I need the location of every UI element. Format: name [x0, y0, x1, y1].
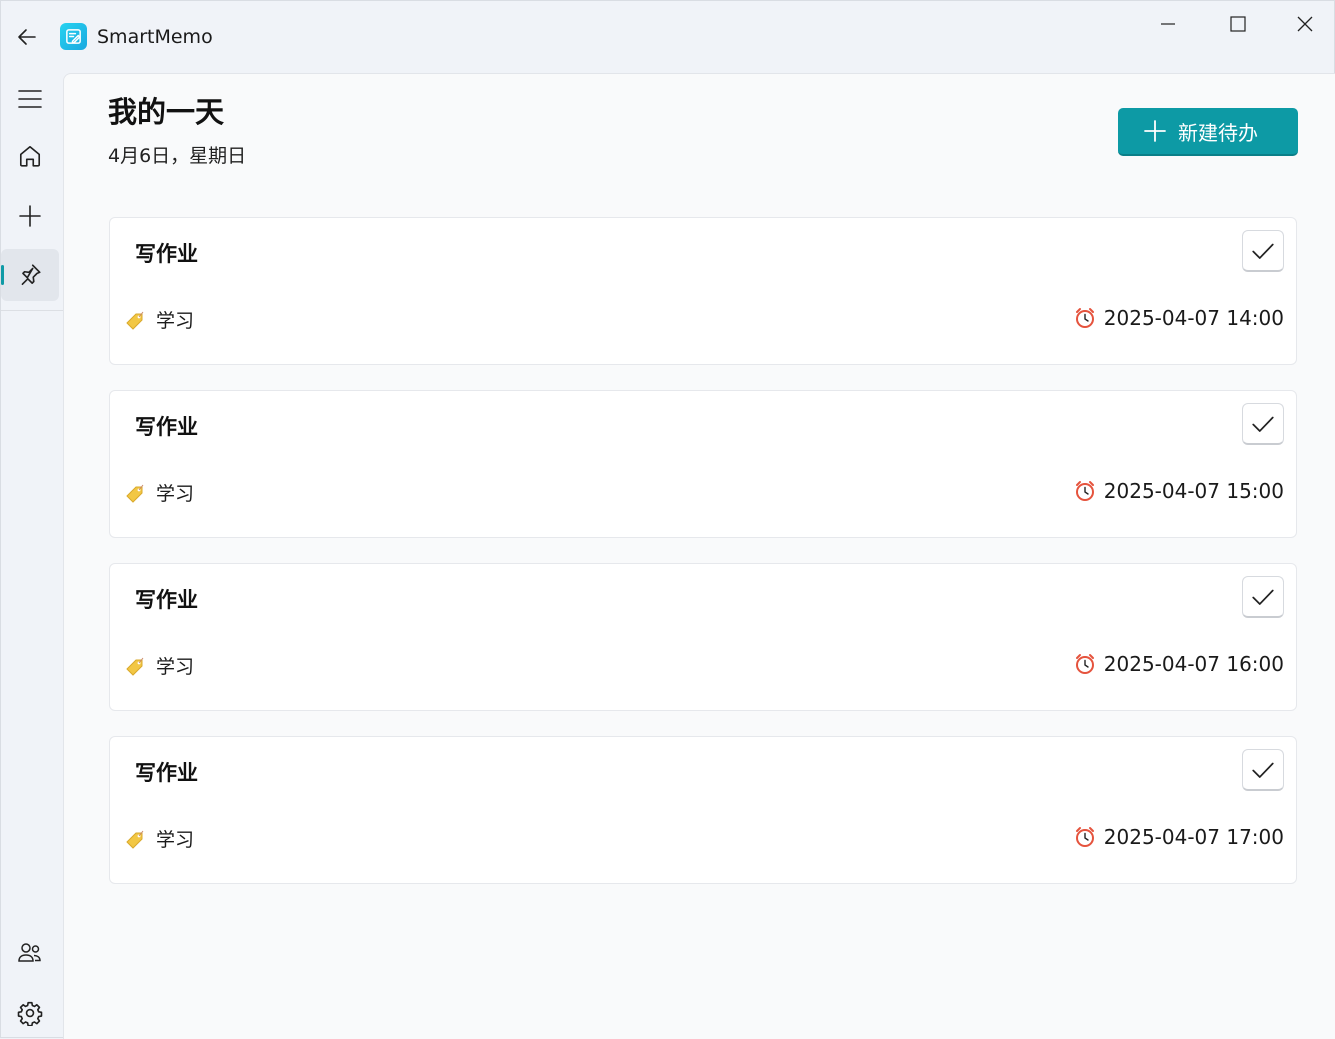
arrow-left-icon — [18, 29, 36, 45]
todo-tag-label: 学习 — [156, 656, 195, 678]
close-icon — [1297, 16, 1313, 32]
close-button[interactable] — [1271, 1, 1335, 47]
checkmark-icon — [1252, 243, 1274, 259]
tag-icon — [124, 654, 148, 678]
new-todo-button[interactable]: 新建待办 — [1118, 108, 1298, 156]
complete-button[interactable] — [1242, 749, 1284, 791]
todo-tag: 学习 — [124, 652, 194, 679]
plus-icon — [1144, 120, 1166, 142]
home-icon — [19, 145, 41, 167]
page-date: 4月6日，星期日 — [108, 145, 247, 167]
todo-time-label: 2025-04-07 17:00 — [1103, 825, 1284, 849]
minimize-icon — [1161, 23, 1175, 25]
back-button[interactable] — [9, 19, 45, 55]
main-content: 我的一天 4月6日，星期日 新建待办 写作业 学习 2025-04-07 14:… — [63, 73, 1335, 1039]
complete-button[interactable] — [1242, 576, 1284, 618]
todo-due-time: 2025-04-07 14:00 — [1074, 306, 1284, 330]
app-logo — [60, 23, 87, 50]
alarm-clock-icon — [1074, 826, 1096, 848]
todo-tag-label: 学习 — [156, 310, 195, 332]
todo-tag-label: 学习 — [156, 483, 195, 505]
tag-icon — [124, 481, 148, 505]
maximize-icon — [1230, 16, 1246, 32]
todo-tag-label: 学习 — [156, 829, 195, 851]
todo-card[interactable]: 写作业 学习 2025-04-07 14:00 — [109, 217, 1297, 365]
todo-card[interactable]: 写作业 学习 2025-04-07 15:00 — [109, 390, 1297, 538]
todo-title: 写作业 — [135, 415, 198, 439]
nav-home-button[interactable] — [1, 130, 59, 182]
minimize-button[interactable] — [1134, 1, 1202, 47]
todo-time-label: 2025-04-07 15:00 — [1103, 479, 1284, 503]
nav-divider — [1, 310, 63, 311]
todo-due-time: 2025-04-07 15:00 — [1074, 479, 1284, 503]
todo-tag: 学习 — [124, 306, 194, 333]
todo-due-time: 2025-04-07 16:00 — [1074, 652, 1284, 676]
plus-icon — [19, 205, 41, 227]
checkmark-icon — [1252, 589, 1274, 605]
todo-card[interactable]: 写作业 学习 2025-04-07 17:00 — [109, 736, 1297, 884]
alarm-clock-icon — [1074, 653, 1096, 675]
maximize-button[interactable] — [1204, 1, 1272, 47]
checkmark-icon — [1252, 416, 1274, 432]
complete-button[interactable] — [1242, 230, 1284, 272]
alarm-clock-icon — [1074, 307, 1096, 329]
pin-icon — [21, 264, 41, 286]
todo-card[interactable]: 写作业 学习 2025-04-07 16:00 — [109, 563, 1297, 711]
memo-icon — [66, 29, 81, 44]
todo-tag: 学习 — [124, 825, 194, 852]
app-title: SmartMemo — [97, 26, 213, 48]
tag-icon — [124, 827, 148, 851]
nav-pinned-button[interactable] — [1, 249, 59, 301]
nav-rail — [1, 73, 63, 1039]
todo-time-label: 2025-04-07 14:00 — [1103, 306, 1284, 330]
todo-tag: 学习 — [124, 479, 194, 506]
todo-title: 写作业 — [135, 242, 198, 266]
todo-title: 写作业 — [135, 588, 198, 612]
todo-title: 写作业 — [135, 761, 198, 785]
app-window: SmartMemo 我的一天 4月6日，星期日 新建待办 写作业 学习 2025… — [0, 0, 1335, 1039]
todo-list: 写作业 学习 2025-04-07 14:00 写作业 学习 2025-04-0… — [109, 217, 1297, 909]
nav-settings-button[interactable] — [1, 987, 59, 1039]
checkmark-icon — [1252, 762, 1274, 778]
nav-people-button[interactable] — [1, 927, 59, 979]
todo-time-label: 2025-04-07 16:00 — [1103, 652, 1284, 676]
gear-icon — [17, 1001, 43, 1026]
page-title: 我的一天 — [108, 95, 225, 129]
new-todo-label: 新建待办 — [1178, 120, 1258, 145]
nav-menu-button[interactable] — [1, 73, 59, 125]
people-icon — [18, 943, 41, 962]
hamburger-icon — [18, 90, 42, 108]
title-bar: SmartMemo — [1, 1, 1334, 73]
complete-button[interactable] — [1242, 403, 1284, 445]
todo-due-time: 2025-04-07 17:00 — [1074, 825, 1284, 849]
alarm-clock-icon — [1074, 480, 1096, 502]
tag-icon — [124, 308, 148, 332]
nav-add-button[interactable] — [1, 190, 59, 242]
